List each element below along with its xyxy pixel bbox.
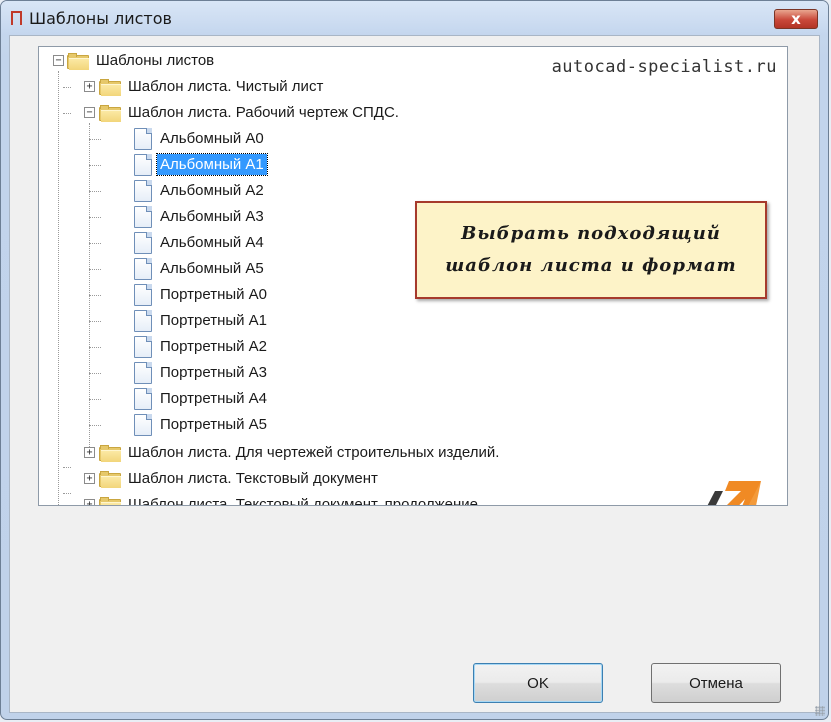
- tree-item-template[interactable]: Альбомный A2: [157, 180, 267, 201]
- window-icon: [11, 11, 22, 25]
- resize-grip-icon[interactable]: [815, 706, 825, 716]
- document-icon: [134, 388, 152, 410]
- folder-icon: [99, 105, 121, 122]
- document-icon: [134, 362, 152, 384]
- site-watermark: autocad-specialist.ru: [551, 57, 777, 77]
- tree-item-template[interactable]: Альбомный A4: [157, 232, 267, 253]
- document-icon: [134, 258, 152, 280]
- tree-guide-line: [89, 243, 101, 244]
- tree-guide-line: [89, 217, 101, 218]
- ok-button[interactable]: OK: [473, 663, 603, 703]
- folder-icon: [99, 497, 121, 505]
- tree-item-template[interactable]: Портретный A0: [157, 284, 270, 305]
- tree-guide-line: [63, 113, 71, 114]
- tree-guide-line: [63, 467, 71, 468]
- tree-item-root[interactable]: Шаблоны листов: [93, 50, 217, 71]
- tree-item-template-selected[interactable]: Альбомный A1: [156, 153, 268, 176]
- tree-guide-line: [89, 295, 101, 296]
- tree-guide-line: [89, 347, 101, 348]
- tree-expand-toggle[interactable]: +: [84, 473, 95, 484]
- title-bar[interactable]: Шаблоны листов x: [1, 1, 828, 35]
- folder-icon: [99, 471, 121, 488]
- document-icon: [134, 310, 152, 332]
- tree-guide-line: [58, 71, 59, 505]
- tree-item-folder[interactable]: Шаблон листа. Текстовый документ, продол…: [125, 494, 481, 505]
- cancel-button[interactable]: Отмена: [651, 663, 781, 703]
- window-title: Шаблоны листов: [29, 9, 172, 28]
- tree-expand-toggle[interactable]: +: [84, 81, 95, 92]
- arrow-logo-icon: [707, 481, 761, 505]
- tree-item-template[interactable]: Портретный A2: [157, 336, 270, 357]
- tree-item-folder[interactable]: Шаблон листа. Для чертежей строительных …: [125, 442, 502, 463]
- instruction-callout: Выбрать подходящий шаблон листа и формат: [415, 201, 767, 299]
- folder-icon: [99, 445, 121, 462]
- callout-line: шаблон листа и формат: [445, 255, 737, 276]
- tree-item-template[interactable]: Альбомный A5: [157, 258, 267, 279]
- tree-item-template[interactable]: Портретный A4: [157, 388, 270, 409]
- tree-item-template[interactable]: Портретный A1: [157, 310, 270, 331]
- document-icon: [134, 180, 152, 202]
- tree-item-folder[interactable]: Шаблон листа. Текстовый документ: [125, 468, 381, 489]
- tree-item-folder[interactable]: Шаблон листа. Рабочий чертеж СПДС.: [125, 102, 402, 123]
- document-icon: [134, 206, 152, 228]
- document-icon: [134, 154, 152, 176]
- document-icon: [134, 336, 152, 358]
- close-button[interactable]: x: [774, 9, 818, 29]
- tree-item-template[interactable]: Альбомный A3: [157, 206, 267, 227]
- dialog-window: Шаблоны листов x − Шаблоны листов + Шабл…: [0, 0, 829, 720]
- template-tree[interactable]: − Шаблоны листов + Шаблон листа. Чистый …: [38, 46, 788, 506]
- tree-guide-line: [63, 493, 71, 494]
- tree-guide-line: [63, 87, 71, 88]
- document-icon: [134, 414, 152, 436]
- tree-item-template[interactable]: Портретный A3: [157, 362, 270, 383]
- folder-icon: [99, 79, 121, 96]
- tree-guide-line: [89, 191, 101, 192]
- tree-expand-toggle[interactable]: +: [84, 447, 95, 458]
- tree-item-folder[interactable]: Шаблон листа. Чистый лист: [125, 76, 326, 97]
- tree-guide-line: [89, 399, 101, 400]
- document-icon: [134, 128, 152, 150]
- tree-guide-line: [89, 425, 101, 426]
- close-icon: x: [791, 10, 801, 28]
- tree-guide-line: [89, 269, 101, 270]
- folder-icon: [67, 53, 89, 70]
- document-icon: [134, 232, 152, 254]
- tree-guide-line: [89, 373, 101, 374]
- tree-guide-line: [89, 139, 101, 140]
- tree-collapse-toggle[interactable]: −: [84, 107, 95, 118]
- tree-guide-line: [89, 165, 101, 166]
- callout-line: Выбрать подходящий: [461, 223, 721, 244]
- tree-expand-toggle[interactable]: +: [84, 499, 95, 505]
- tree-item-template[interactable]: Альбомный A0: [157, 128, 267, 149]
- tree-guide-line: [89, 321, 101, 322]
- tree-collapse-toggle[interactable]: −: [53, 55, 64, 66]
- tree-item-template[interactable]: Портретный A5: [157, 414, 270, 435]
- document-icon: [134, 284, 152, 306]
